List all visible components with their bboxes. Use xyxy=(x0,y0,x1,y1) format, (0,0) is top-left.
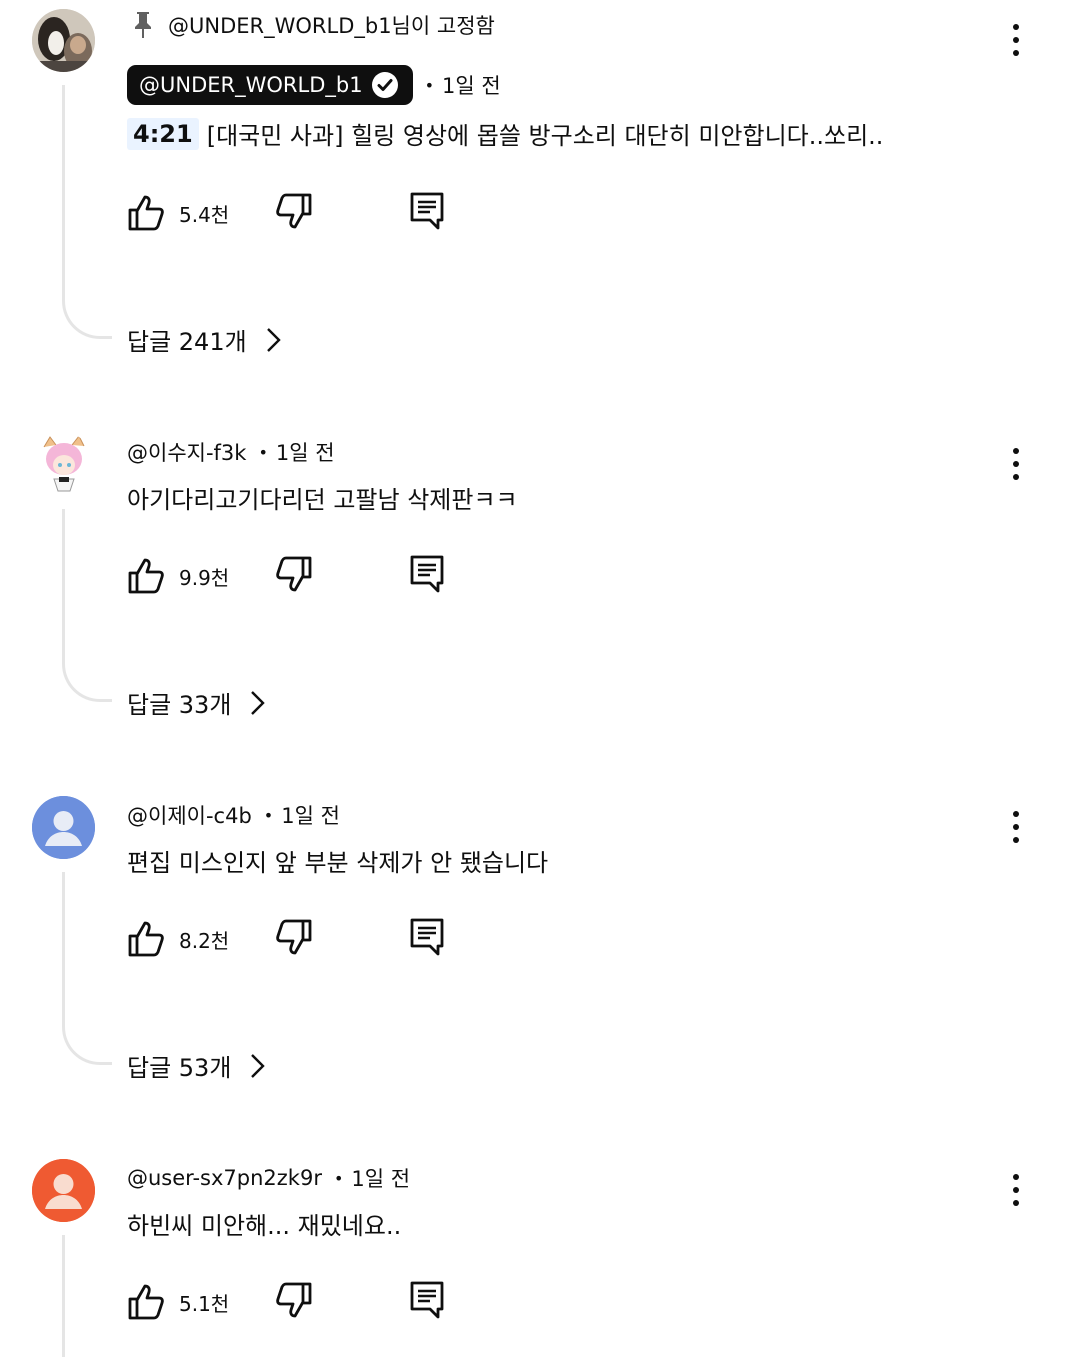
like-count: 5.4천 xyxy=(179,202,230,227)
view-replies-button[interactable]: 답글 241개 xyxy=(127,322,285,357)
meta-separator: • xyxy=(263,805,274,825)
avatar[interactable] xyxy=(32,796,95,859)
comment-body: 편집 미스인지 앞 부분 삭제가 안 됐습니다 xyxy=(127,849,549,877)
author-name[interactable]: @이제이-c4b xyxy=(127,800,252,830)
more-vert-icon[interactable] xyxy=(1004,1170,1028,1210)
view-replies-button[interactable]: 답글 33개 xyxy=(127,685,269,720)
more-vert-icon[interactable] xyxy=(1004,20,1028,60)
dislike-button[interactable] xyxy=(273,554,313,598)
like-count: 8.2천 xyxy=(179,928,230,953)
avatar-anime-icon xyxy=(32,433,95,496)
like-button[interactable]: 8.2천 xyxy=(127,919,229,959)
author-name: @UNDER_WORLD_b1 xyxy=(139,73,363,97)
thumbs-down-icon xyxy=(276,919,312,955)
like-button[interactable]: 5.1천 xyxy=(127,1282,229,1322)
reply-button[interactable] xyxy=(407,917,447,961)
comment-actions: 9.9천 xyxy=(127,554,444,598)
dislike-button[interactable] xyxy=(273,191,313,235)
comment-actions: 8.2천 xyxy=(127,917,444,961)
thread-connector xyxy=(62,509,112,702)
comment-text: 하빈씨 미안해... 재밌네요.. xyxy=(127,1206,401,1241)
meta-separator: • xyxy=(424,75,434,95)
comment-actions: 5.4천 xyxy=(127,191,444,235)
author-name[interactable]: @user-sx7pn2zk9r xyxy=(127,1166,322,1190)
reply-button[interactable] xyxy=(407,1280,447,1324)
author-name[interactable]: @이수지-f3k xyxy=(127,437,246,467)
reply-button[interactable] xyxy=(407,554,447,598)
reply-icon xyxy=(410,192,444,230)
comment-time: 1일 전 xyxy=(281,804,340,828)
thread-connector xyxy=(62,1235,65,1357)
thumbs-up-icon xyxy=(128,195,164,231)
pinned-label: @UNDER_WORLD_b1님이 고정함 xyxy=(168,14,495,38)
avatar[interactable] xyxy=(32,1159,95,1222)
comment-body: [대국민 사과] 힐링 영상에 몹쓸 방구소리 대단히 미안합니다..쏘리.. xyxy=(206,122,884,150)
comment-time: 1일 전 xyxy=(275,441,335,465)
thumbs-up-icon xyxy=(128,558,164,594)
meta-separator: • xyxy=(333,1168,344,1188)
like-button[interactable]: 5.4천 xyxy=(127,193,229,233)
thread-connector xyxy=(62,85,112,339)
thumbs-down-icon xyxy=(276,556,312,592)
thumbs-up-icon xyxy=(128,921,164,957)
like-button[interactable]: 9.9천 xyxy=(127,556,229,596)
author-chip[interactable]: @UNDER_WORLD_b1 xyxy=(127,65,413,105)
comment-time: 1일 전 xyxy=(442,74,501,98)
default-avatar-icon xyxy=(32,796,95,859)
replies-count: 답글 53개 xyxy=(127,1054,232,1082)
thumbs-down-icon xyxy=(276,1282,312,1318)
chevron-right-icon xyxy=(266,327,281,352)
more-vert-icon[interactable] xyxy=(1004,444,1028,484)
comment-body: 아기다리고기다리던 고팔남 삭제판ㅋㅋ xyxy=(127,486,518,514)
default-avatar-icon xyxy=(32,1159,95,1222)
reply-icon xyxy=(410,1281,444,1319)
reply-icon xyxy=(410,555,444,593)
thumbs-up-icon xyxy=(128,1284,164,1320)
comment-text: 편집 미스인지 앞 부분 삭제가 안 됐습니다 xyxy=(127,843,548,878)
author-row: @user-sx7pn2zk9r • 1일 전 xyxy=(127,1163,410,1193)
avatar[interactable] xyxy=(32,433,95,496)
author-row: @이수지-f3k • 1일 전 xyxy=(127,437,335,467)
meta-separator: • xyxy=(258,442,268,462)
reply-icon xyxy=(410,918,444,956)
comment-text: 4:21 [대국민 사과] 힐링 영상에 몹쓸 방구소리 대단히 미안합니다..… xyxy=(127,116,883,151)
more-vert-icon[interactable] xyxy=(1004,807,1028,847)
view-replies-button[interactable]: 답글 53개 xyxy=(127,1048,269,1083)
chevron-right-icon xyxy=(251,690,266,715)
replies-count: 답글 241개 xyxy=(127,328,247,356)
verified-check-icon xyxy=(371,72,398,98)
comment-text: 아기다리고기다리던 고팔남 삭제판ㅋㅋ xyxy=(127,480,518,515)
dislike-button[interactable] xyxy=(273,1280,313,1324)
like-count: 9.9천 xyxy=(179,565,230,590)
author-row: @이제이-c4b • 1일 전 xyxy=(127,800,340,830)
like-count: 5.1천 xyxy=(179,1291,230,1316)
reply-button[interactable] xyxy=(407,191,447,235)
thread-connector xyxy=(62,872,112,1065)
chevron-right-icon xyxy=(251,1053,266,1078)
author-row: @UNDER_WORLD_b1 • 1일 전 xyxy=(127,65,501,105)
avatar-photo-icon xyxy=(32,9,95,72)
pinned-label-row: @UNDER_WORLD_b1님이 고정함 xyxy=(132,10,495,40)
avatar[interactable] xyxy=(32,9,95,72)
comment-time: 1일 전 xyxy=(351,1167,411,1191)
comment-body: 하빈씨 미안해... 재밌네요.. xyxy=(127,1212,402,1240)
replies-count: 답글 33개 xyxy=(127,691,232,719)
comment-actions: 5.1천 xyxy=(127,1280,444,1324)
timestamp-link[interactable]: 4:21 xyxy=(127,117,199,150)
pin-icon xyxy=(135,12,151,38)
thumbs-down-icon xyxy=(276,193,312,229)
dislike-button[interactable] xyxy=(273,917,313,961)
